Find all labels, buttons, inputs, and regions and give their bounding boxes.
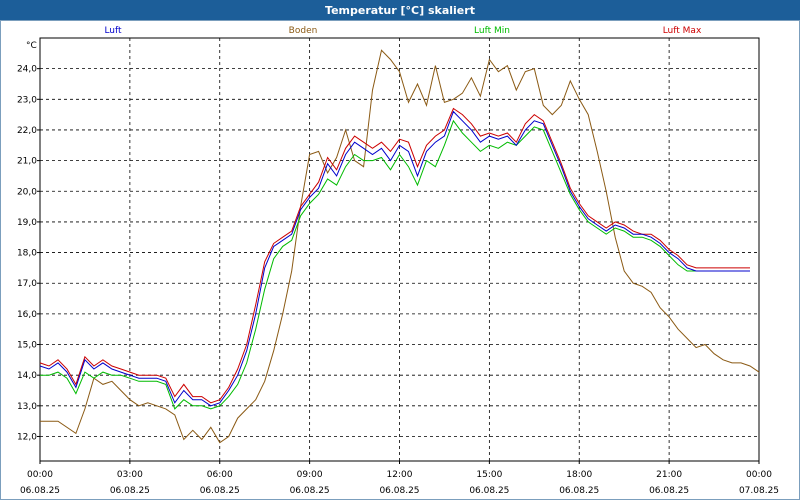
y-tick-label: 12,0 [17,432,37,442]
y-tick-label: 15,0 [17,341,37,351]
y-tick-label: 14,0 [17,371,37,381]
x-tick-time: 09:00 [297,470,323,480]
temperature-chart: 12,0 13,0 14,0 15,0 16,0 17,0 18,0 19,0 20,0 21,0… [17,26,779,496]
y-tick-label: 20,0 [17,187,37,197]
y-tick-label: 22,0 [17,126,37,136]
x-tick-date: 06.08.25 [379,486,419,496]
y-tick-label: 18,0 [17,249,37,259]
x-tick-time: 03:00 [117,470,143,480]
x-tick-time: 00:00 [27,470,53,480]
x-tick-time: 18:00 [566,470,592,480]
x-tick-date: 06.08.25 [469,486,509,496]
x-tick-time: 00:00 [746,470,772,480]
y-tick-label: 23,0 [17,95,37,105]
legend-entry-luft-min: Luft Min [474,26,510,36]
y-tick-label: 24,0 [17,65,37,75]
x-tick-time: 06:00 [207,470,233,480]
y-tick-label: 13,0 [17,402,37,412]
x-tick-date: 06.08.25 [290,486,330,496]
legend: Luft Boden Luft Min Luft Max [104,26,702,36]
x-tick-time: 12:00 [387,470,413,480]
x-tick-time: 15:00 [476,470,502,480]
x-tick-date: 07.08.25 [739,486,779,496]
y-tick-label: 17,0 [17,279,37,289]
y-tick-label: 21,0 [17,157,37,167]
x-tick-date: 06.08.25 [649,486,689,496]
y-axis-unit: °C [26,41,37,51]
x-tick-date: 06.08.25 [559,486,599,496]
y-tick-label: 19,0 [17,218,37,228]
legend-entry-luft-max: Luft Max [663,26,702,36]
x-tick-date: 06.08.25 [110,486,150,496]
x-tick-time: 21:00 [656,470,682,480]
legend-entry-luft: Luft [104,26,122,36]
x-tick-date: 06.08.25 [20,486,60,496]
legend-entry-boden: Boden [289,26,318,36]
x-tick-date: 06.08.25 [200,486,240,496]
y-tick-label: 16,0 [17,310,37,320]
